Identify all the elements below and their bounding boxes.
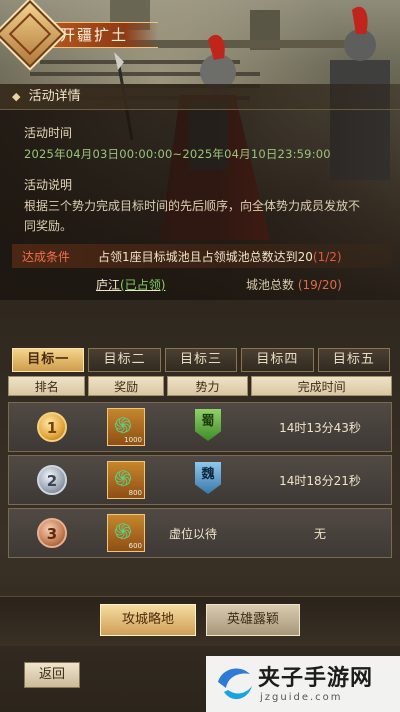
table-row: 3 ֍ 600 虚位以待 无 — [8, 508, 392, 558]
condition-desc: 占领1座目标城池且占领城池总数达到20 — [98, 250, 313, 264]
activity-time-label: 活动时间 — [24, 126, 73, 140]
goal-tabs: 目标一 目标二 目标三 目标四 目标五 — [12, 348, 391, 372]
tab-goal-1[interactable]: 目标一 — [12, 348, 85, 372]
siege-button[interactable]: 攻城略地 — [100, 604, 196, 636]
detail-header-label: 活动详情 — [28, 89, 81, 104]
table-header: 排名 奖励 势力 完成时间 — [8, 376, 392, 396]
city-total: 城池总数 (19/20) — [246, 276, 342, 293]
city-total-count: (19/20) — [297, 278, 342, 292]
tab-goal-5[interactable]: 目标五 — [317, 348, 391, 372]
tab-goal-3[interactable]: 目标三 — [164, 348, 238, 372]
city-total-label: 城池总数 — [246, 278, 295, 292]
site-watermark: 夹子手游网 jzguide.com — [206, 656, 400, 712]
target-city-name: 庐江 — [96, 278, 121, 292]
gold-medal-icon: 1 — [37, 412, 67, 442]
finish-time: 无 — [313, 527, 326, 541]
target-city-state: (已占领) — [120, 278, 166, 292]
finish-time: 14时18分21秒 — [279, 474, 361, 488]
col-force: 势力 — [166, 376, 249, 396]
action-bar — [0, 596, 400, 646]
col-rank: 排名 — [8, 376, 86, 396]
col-reward: 奖励 — [88, 376, 164, 396]
tab-goal-4[interactable]: 目标四 — [241, 348, 314, 372]
bronze-medal-icon: 3 — [37, 518, 67, 548]
tab-goal-2[interactable]: 目标二 — [88, 348, 161, 372]
condition-tag: 达成条件 — [22, 250, 71, 264]
watermark-logo-icon — [218, 668, 252, 700]
reward-item[interactable]: ֍ 1000 — [107, 408, 145, 446]
condition-text: 占领1座目标城池且占领城池总数达到20(1/2) — [98, 248, 342, 265]
col-time: 完成时间 — [251, 376, 392, 396]
silver-medal-icon: 2 — [37, 465, 67, 495]
reward-qty: 600 — [128, 542, 142, 550]
condition-progress: (1/2) — [312, 250, 342, 264]
diamond-bullet-icon: ◆ — [12, 90, 21, 103]
detail-header: ◆ 活动详情 — [0, 84, 400, 110]
vacant-force-label: 虚位以待 — [169, 527, 218, 541]
reward-qty: 800 — [128, 489, 142, 497]
finish-time: 14时13分43秒 — [279, 421, 361, 435]
reward-item[interactable]: ֍ 600 — [107, 514, 145, 552]
table-row: 1 ֍ 1000 蜀 14时13分43秒 — [8, 402, 392, 452]
condition-row: 达成条件 占领1座目标城池且占领城池总数达到20(1/2) — [12, 244, 392, 268]
shu-faction-shield-icon: 蜀 — [195, 409, 221, 441]
wei-faction-shield-icon: 魏 — [195, 462, 221, 494]
reward-qty: 1000 — [124, 436, 142, 444]
activity-desc-text: 根据三个势力完成目标时间的先后顺序，向全体势力成员发放不同奖励。 — [24, 199, 361, 233]
target-city[interactable]: 庐江(已占领) — [96, 276, 165, 293]
watermark-title: 夹子手游网 — [258, 666, 374, 691]
reward-item[interactable]: ֍ 800 — [107, 461, 145, 499]
activity-detail-panel: ◆ 活动详情 活动时间 2025年04月03日00:00:00~2025年04月… — [0, 84, 400, 300]
back-button[interactable]: 返回 — [24, 662, 80, 688]
table-row: 2 ֍ 800 魏 14时18分21秒 — [8, 455, 392, 505]
watermark-url: jzguide.com — [260, 692, 343, 703]
activity-desc-label: 活动说明 — [24, 178, 73, 192]
activity-time-value: 2025年04月03日00:00:00~2025年04月10日23:59:00 — [24, 147, 331, 161]
heroes-button[interactable]: 英雄露颖 — [206, 604, 300, 636]
